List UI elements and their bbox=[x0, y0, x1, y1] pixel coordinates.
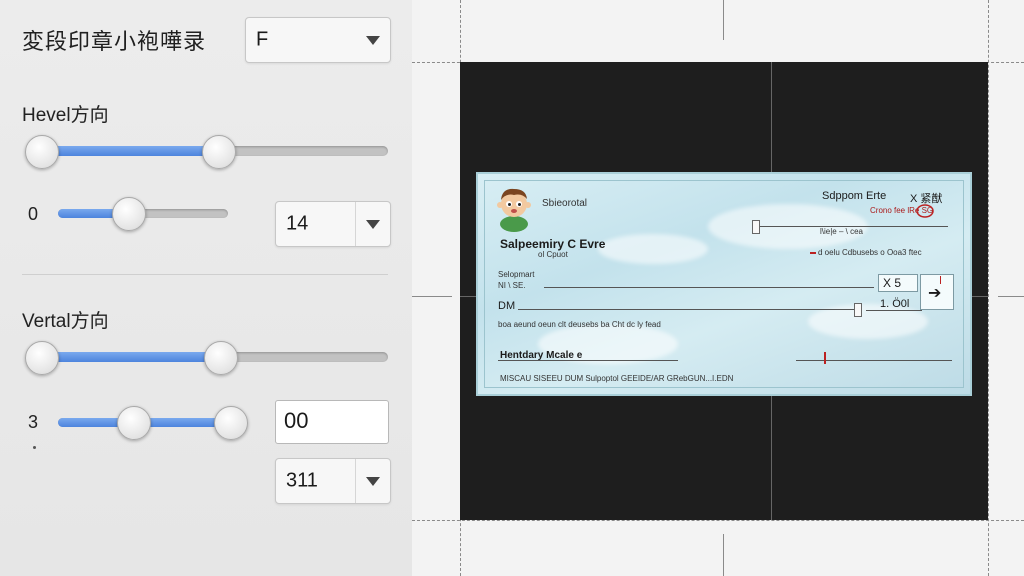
dm-line bbox=[518, 309, 854, 310]
vertical-offset-marker bbox=[33, 446, 36, 449]
pay-to-label: Selopmart bbox=[498, 270, 535, 279]
signature-line bbox=[796, 360, 952, 361]
font-select[interactable]: F bbox=[245, 17, 391, 63]
amount-in-words: boa aeund oeun clt deusebs ba Cht dc ly … bbox=[498, 320, 661, 329]
amount-value: X 5 bbox=[883, 276, 902, 290]
micr-line: MISCAU SISEEU DUM Sulpoptol GEEIDE/AR GR… bbox=[500, 374, 734, 383]
red-marker bbox=[810, 252, 816, 254]
date-handle bbox=[752, 220, 760, 234]
chevron-down-icon bbox=[366, 36, 380, 45]
chevron-down-icon bbox=[366, 220, 380, 229]
dm-label: DM bbox=[498, 300, 516, 312]
memo-line bbox=[498, 360, 678, 361]
center-guide-bottom bbox=[723, 534, 724, 576]
dm-handle bbox=[854, 303, 862, 317]
select-separator bbox=[355, 459, 356, 503]
small-detail-line: d oelu Cdbusebs o Ooa3 ftec bbox=[818, 248, 922, 257]
vertical-offset-label: 3 bbox=[28, 412, 39, 432]
bank-name: Sdppom Erte bbox=[822, 190, 887, 202]
mascot-logo-icon bbox=[497, 188, 531, 232]
pay-to-sub: NI \ SE. bbox=[498, 281, 526, 290]
amount-line bbox=[866, 310, 922, 311]
horizontal-slider-knob-start[interactable] bbox=[25, 135, 59, 169]
horizontal-label: Hevel方向 bbox=[22, 105, 109, 126]
horizontal-value-select[interactable]: 14 bbox=[275, 201, 391, 247]
arrow-box: ➔ bbox=[920, 274, 954, 310]
control-panel: 変段印章小袍嘩录 F Hevel方向 0 14 Vertal方向 3 00 31… bbox=[0, 0, 412, 576]
horizontal-value: 14 bbox=[286, 212, 309, 235]
amount-small: 1. Ö0l bbox=[880, 298, 910, 310]
vertical-select-value: 311 bbox=[286, 469, 318, 492]
vertical-range-knob-low[interactable] bbox=[117, 406, 151, 440]
vertical-range-knob-high[interactable] bbox=[214, 406, 248, 440]
vertical-slider-knob[interactable] bbox=[204, 341, 238, 375]
arrow-right-icon: ➔ bbox=[928, 285, 942, 302]
mascot-caption: Sbieorotal bbox=[542, 198, 588, 209]
signature-red-mark bbox=[824, 352, 826, 364]
horizontal-slider-knob[interactable] bbox=[202, 135, 236, 169]
vertical-value-input[interactable]: 00 bbox=[275, 400, 389, 444]
company-subtitle: ol Cpuot bbox=[538, 250, 568, 259]
select-separator bbox=[355, 202, 356, 246]
seal-stamp-icon bbox=[916, 204, 934, 218]
center-guide-top bbox=[723, 0, 724, 40]
section-divider bbox=[22, 274, 388, 275]
company-name: Salpeemiry C Evre bbox=[500, 237, 606, 251]
preview-area: Sbieorotal Salpeemiry C Evre ol Cpuot Sd… bbox=[412, 0, 1024, 576]
chevron-down-icon bbox=[366, 477, 380, 486]
payee-line bbox=[544, 287, 874, 288]
red-tick bbox=[940, 276, 941, 284]
font-select-value: F bbox=[256, 28, 269, 51]
vertical-slider-knob-start[interactable] bbox=[25, 341, 59, 375]
center-guide-left bbox=[412, 296, 452, 297]
center-guide-right bbox=[998, 296, 1024, 297]
vertical-label: Vertal方向 bbox=[22, 311, 109, 332]
crop-guide-right bbox=[988, 0, 989, 576]
horizontal-offset-label: 0 bbox=[28, 204, 39, 224]
vertical-value-select[interactable]: 311 bbox=[275, 458, 391, 504]
crop-guide-bottom bbox=[412, 520, 1024, 521]
check-image: Sbieorotal Salpeemiry C Evre ol Cpuot Sd… bbox=[476, 172, 972, 396]
amount-box: X 5 bbox=[878, 274, 918, 292]
horizontal-offset-knob[interactable] bbox=[112, 197, 146, 231]
date-label: l\ie|e – \ cea bbox=[820, 227, 863, 236]
panel-title: 変段印章小袍嘩录 bbox=[22, 29, 207, 54]
